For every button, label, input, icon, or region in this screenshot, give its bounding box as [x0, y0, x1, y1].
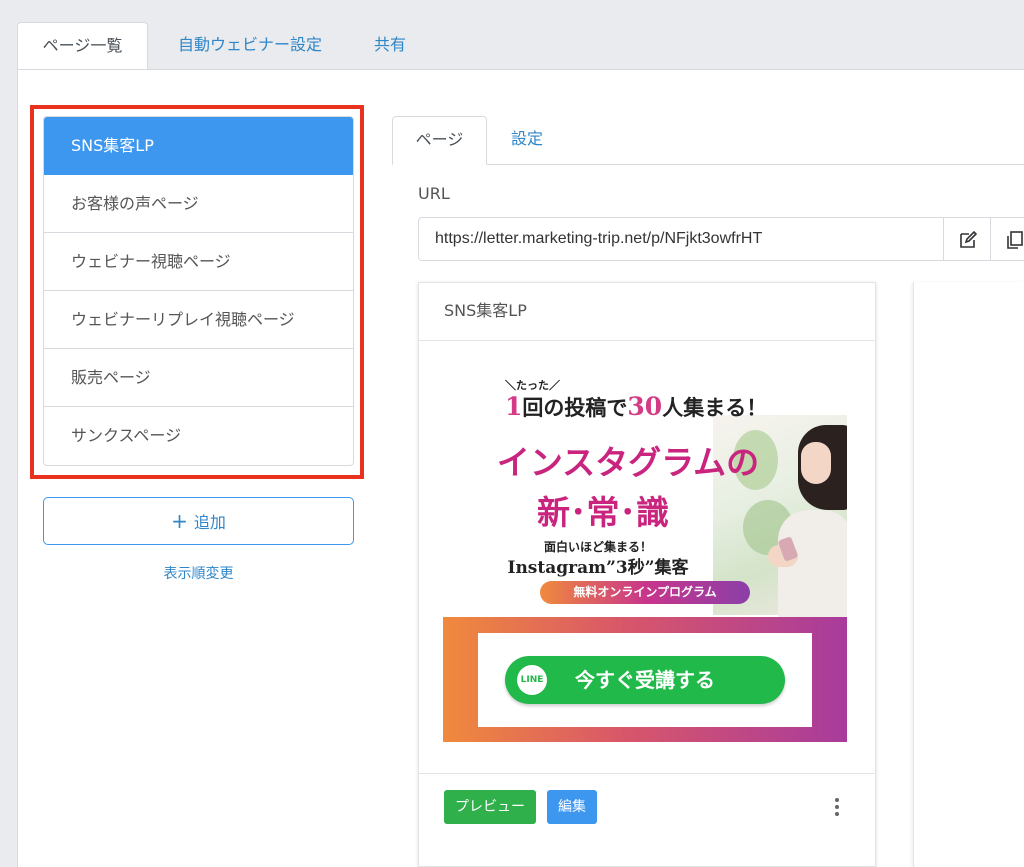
card-title: SNS集客LP: [419, 283, 875, 341]
page-thumbnail[interactable]: ＼たった／ 1回の投稿で30人集まる！ インスタグラムの 新･常･識 面白いほど…: [443, 360, 847, 742]
thumbnail-tagline: ＼たった／: [505, 379, 560, 392]
thumbnail-catchphrase: 1回の投稿で30人集まる！: [505, 392, 768, 421]
edit-url-button[interactable]: [943, 217, 991, 261]
edit-button[interactable]: 編集: [547, 790, 597, 824]
page-list-item-sales[interactable]: 販売ページ: [44, 349, 353, 407]
card-footer: プレビュー 編集: [419, 773, 875, 867]
thumbnail-headline-1: インスタグラムの: [496, 443, 760, 482]
copy-icon: [1007, 231, 1023, 249]
top-tab-bar: ページ一覧 自動ウェビナー設定 共有: [0, 0, 1024, 70]
page-list-item-thanks[interactable]: サンクスページ: [44, 407, 353, 465]
add-page-button[interactable]: + 追加: [43, 497, 354, 545]
thumbnail-subline-2: Instagram”3秒”集客: [507, 558, 689, 578]
copy-url-button[interactable]: [990, 217, 1024, 261]
reorder-link[interactable]: 表示順変更: [43, 563, 354, 583]
preview-button[interactable]: プレビュー: [444, 790, 536, 824]
url-field[interactable]: https://letter.marketing-trip.net/p/NFjk…: [418, 217, 944, 261]
page-list-item-webinar-replay[interactable]: ウェビナーリプレイ視聴ページ: [44, 291, 353, 349]
tab-auto-webinar-settings[interactable]: 自動ウェビナー設定: [152, 22, 348, 70]
add-page-label: 追加: [193, 513, 226, 532]
tab-share[interactable]: 共有: [352, 22, 428, 70]
plus-icon: +: [171, 509, 188, 533]
cta-background: LINE 今すぐ受講する: [478, 633, 812, 727]
cta-label: 今すぐ受講する: [575, 668, 715, 692]
page-list: SNS集客LP お客様の声ページ ウェビナー視聴ページ ウェビナーリプレイ視聴ペ…: [43, 116, 354, 466]
tab-page-list[interactable]: ページ一覧: [17, 22, 148, 70]
thumbnail-cta-button: LINE 今すぐ受講する: [505, 656, 785, 704]
thumbnail-program-pill: 無料オンラインプログラム: [540, 581, 750, 604]
line-logo-icon: LINE: [517, 665, 547, 695]
page-list-item-webinar-view[interactable]: ウェビナー視聴ページ: [44, 233, 353, 291]
thumbnail-headline-2: 新･常･識: [537, 493, 669, 532]
page-list-item-testimonials[interactable]: お客様の声ページ: [44, 175, 353, 233]
tab-page[interactable]: ページ: [392, 116, 487, 165]
next-page-card: [913, 282, 1024, 867]
thumbnail-cta-band: LINE 今すぐ受講する: [443, 617, 847, 742]
url-label: URL: [418, 184, 450, 203]
tab-settings[interactable]: 設定: [494, 116, 560, 165]
edit-icon: [960, 230, 978, 248]
page-list-item-sns-lp[interactable]: SNS集客LP: [44, 117, 353, 175]
more-options-icon[interactable]: [829, 798, 845, 820]
